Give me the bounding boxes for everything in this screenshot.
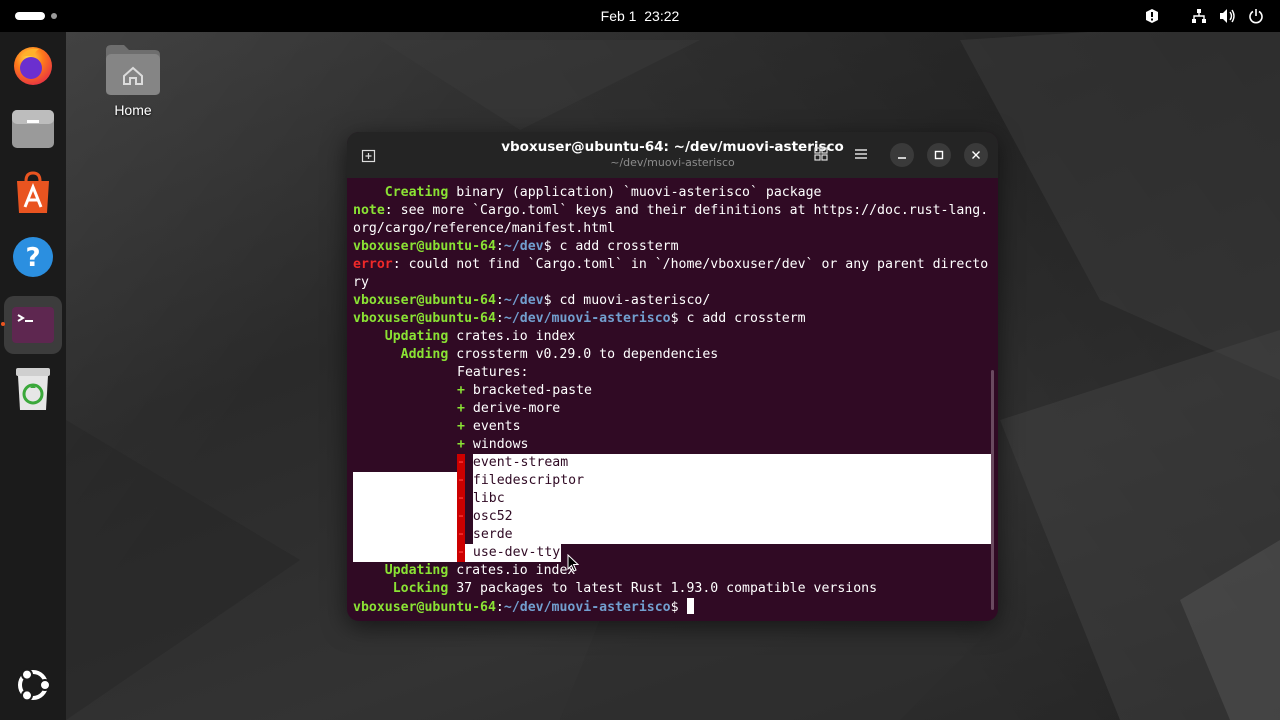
notification-icon[interactable] bbox=[1144, 0, 1160, 32]
feature-disabled: - event-stream bbox=[457, 455, 569, 470]
desktop-home[interactable]: Home bbox=[100, 42, 166, 118]
hamburger-icon bbox=[855, 149, 867, 159]
firefox-launcher[interactable] bbox=[4, 36, 62, 94]
minimize-icon bbox=[898, 157, 906, 159]
trash-launcher[interactable] bbox=[4, 360, 62, 418]
prompt-line: vboxuser@ubuntu-64:~/dev$ cd muovi-aster… bbox=[353, 293, 711, 308]
clock[interactable]: Feb 1 23:22 bbox=[0, 0, 1280, 32]
text-cursor bbox=[686, 598, 694, 614]
app-center-launcher[interactable] bbox=[4, 164, 62, 222]
home-label: Home bbox=[114, 102, 152, 118]
feature-enabled: + events bbox=[457, 419, 521, 434]
svg-text:?: ? bbox=[25, 243, 40, 273]
files-launcher[interactable] bbox=[4, 100, 62, 158]
trash-icon bbox=[16, 368, 50, 410]
feature-enabled: + derive-more bbox=[457, 401, 561, 416]
output-line: Locking 37 packages to latest Rust 1.93.… bbox=[392, 581, 878, 596]
help-launcher[interactable]: ? bbox=[4, 228, 62, 286]
output-line: Updating crates.io index bbox=[384, 563, 576, 578]
output-line: Adding crossterm v0.29.0 to dependencies bbox=[400, 347, 719, 362]
power-icon[interactable] bbox=[1248, 0, 1264, 32]
output-line: Creating binary (application) `muovi-ast… bbox=[384, 185, 822, 200]
feature-disabled: - libc bbox=[457, 491, 505, 506]
show-apps-button[interactable] bbox=[4, 656, 62, 714]
terminal-icon bbox=[12, 307, 54, 343]
feature-enabled: + windows bbox=[457, 437, 529, 452]
app-center-icon bbox=[17, 171, 49, 213]
output-line: note: see more `Cargo.toml` keys and the… bbox=[353, 203, 989, 218]
menu-button[interactable] bbox=[854, 147, 868, 161]
terminal-titlebar[interactable]: vboxuser@ubuntu-64: ~/dev/muovi-asterisc… bbox=[347, 132, 998, 178]
minimize-button[interactable] bbox=[890, 143, 914, 167]
text-selection bbox=[353, 472, 457, 562]
output-line: ry bbox=[353, 275, 369, 290]
terminal-output[interactable]: Creating binary (application) `muovi-ast… bbox=[353, 184, 993, 616]
grid-icon bbox=[814, 147, 828, 161]
tab-overview-button[interactable] bbox=[814, 147, 828, 161]
clock-date: Feb 1 bbox=[600, 8, 637, 24]
feature-disabled: - serde bbox=[457, 527, 513, 542]
error-line: error: could not find `Cargo.toml` in `/… bbox=[353, 257, 989, 272]
output-line: Updating crates.io index bbox=[384, 329, 576, 344]
network-icon[interactable] bbox=[1191, 0, 1207, 32]
help-icon: ? bbox=[13, 237, 53, 277]
close-button[interactable] bbox=[964, 143, 988, 167]
feature-enabled: + bracketed-paste bbox=[457, 383, 592, 398]
terminal-window[interactable]: vboxuser@ubuntu-64: ~/dev/muovi-asterisc… bbox=[347, 132, 998, 621]
top-bar: Feb 1 23:22 bbox=[0, 0, 1280, 32]
maximize-button[interactable] bbox=[927, 143, 951, 167]
prompt-line: vboxuser@ubuntu-64:~/dev$ c add crosster… bbox=[353, 239, 679, 254]
maximize-icon bbox=[934, 150, 944, 160]
prompt-line: vboxuser@ubuntu-64:~/dev/muovi-asterisco… bbox=[353, 598, 694, 616]
feature-disabled: - osc52 bbox=[457, 509, 513, 524]
home-folder-icon bbox=[106, 45, 160, 95]
files-icon bbox=[12, 110, 54, 148]
feature-disabled: - use-dev-tty bbox=[457, 545, 561, 560]
firefox-icon bbox=[14, 47, 52, 85]
output-line: Features: bbox=[457, 365, 529, 380]
running-indicator bbox=[1, 322, 5, 326]
terminal-launcher[interactable] bbox=[4, 296, 62, 354]
prompt-line: vboxuser@ubuntu-64:~/dev/muovi-asterisco… bbox=[353, 311, 806, 326]
output-line: org/cargo/reference/manifest.html bbox=[353, 221, 616, 236]
ubuntu-logo-icon bbox=[18, 668, 51, 702]
dock: ? bbox=[0, 32, 66, 720]
feature-disabled: - filedescriptor bbox=[457, 473, 585, 488]
mouse-pointer-icon bbox=[567, 554, 579, 572]
volume-icon[interactable] bbox=[1219, 0, 1237, 32]
terminal-scrollbar[interactable] bbox=[991, 370, 994, 610]
close-icon bbox=[972, 151, 980, 159]
clock-time: 23:22 bbox=[644, 8, 680, 24]
